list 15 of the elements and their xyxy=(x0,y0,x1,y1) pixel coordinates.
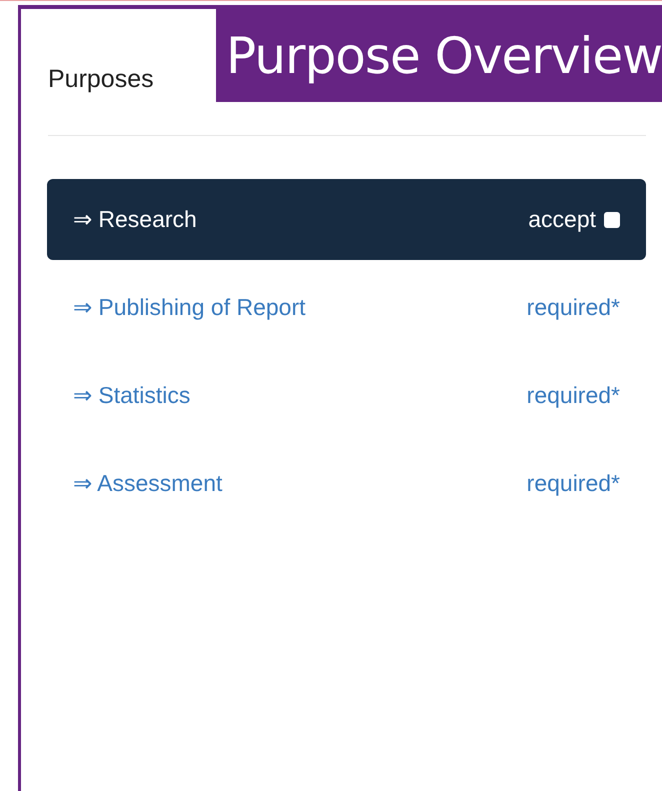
purpose-label: ⇒ Publishing of Report xyxy=(73,294,306,321)
panel-title: Purposes xyxy=(48,65,154,94)
purpose-item[interactable]: ⇒ Publishing of Report required* xyxy=(47,267,646,348)
purpose-label: ⇒ Statistics xyxy=(73,382,190,409)
required-label: required* xyxy=(526,470,620,497)
accept-checkbox[interactable] xyxy=(604,212,620,228)
purpose-item[interactable]: ⇒ Statistics required* xyxy=(47,355,646,436)
purpose-item[interactable]: ⇒ Assessment required* xyxy=(47,443,646,524)
overview-banner: Purpose Overview xyxy=(216,9,662,102)
accept-label: accept xyxy=(528,206,596,233)
purpose-label: ⇒ Research xyxy=(73,206,197,233)
required-label: required* xyxy=(526,382,620,409)
purpose-item[interactable]: ⇒ Research accept xyxy=(47,179,646,260)
purpose-label: ⇒ Assessment xyxy=(73,470,222,497)
required-label: required* xyxy=(526,294,620,321)
